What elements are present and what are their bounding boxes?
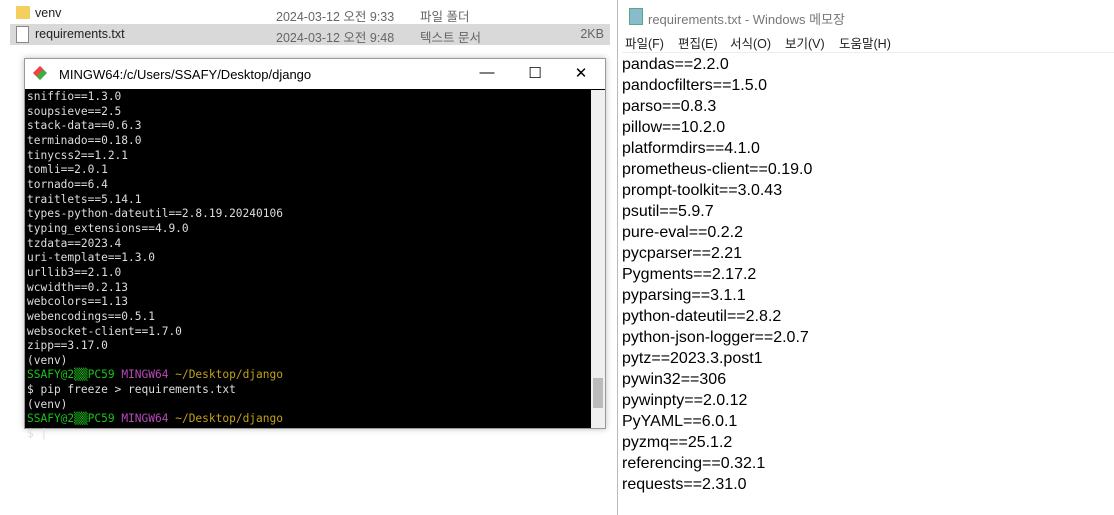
- command-line: $ pip freeze > requirements.txt: [27, 383, 236, 397]
- terminal-line: types-python-dateutil==2.8.19.20240106: [27, 207, 283, 221]
- prompt-path: ~/Desktop/django: [175, 412, 283, 426]
- menu-format[interactable]: 서식(O): [730, 33, 771, 52]
- file-row-requirements[interactable]: requirements.txt 2024-03-12 오전 9:48 텍스트 …: [10, 24, 610, 45]
- notepad-line: pyparsing==3.1.1: [622, 287, 746, 304]
- notepad-line: psutil==5.9.7: [622, 203, 714, 220]
- menu-file[interactable]: 파일(F): [625, 33, 664, 52]
- notepad-line: platformdirs==4.1.0: [622, 140, 760, 157]
- prompt-line: SSAFY@2▒▒PC59 MINGW64 ~/Desktop/django: [27, 368, 591, 383]
- notepad-line: pytz==2023.3.post1: [622, 350, 763, 367]
- terminal-line: traitlets==5.14.1: [27, 192, 142, 206]
- notepad-line: Pygments==2.17.2: [622, 266, 757, 283]
- git-icon: [32, 65, 48, 81]
- terminal-line: (venv): [27, 353, 68, 367]
- notepad-line: parso==0.8.3: [622, 98, 717, 115]
- minimize-button[interactable]: —: [477, 64, 497, 84]
- file-type: 파일 폴더: [420, 10, 470, 24]
- notepad-line: prompt-toolkit==3.0.43: [622, 182, 783, 199]
- maximize-button[interactable]: ☐: [525, 64, 545, 84]
- notepad-line: python-dateutil==2.8.2: [622, 308, 782, 325]
- notepad-line: pywinpty==2.0.12: [622, 392, 748, 409]
- menu-help[interactable]: 도움말(H): [839, 33, 891, 52]
- file-name: venv: [35, 6, 62, 20]
- notepad-line: PyYAML==6.0.1: [622, 413, 738, 430]
- terminal-line: typing_extensions==4.9.0: [27, 221, 189, 235]
- notepad-text-area[interactable]: pandas==2.2.0 pandocfilters==1.5.0 parso==…: [622, 52, 1114, 515]
- prompt-line: SSAFY@2▒▒PC59 MINGW64 ~/Desktop/django: [27, 412, 591, 427]
- notepad-line: requests==2.31.0: [622, 476, 747, 493]
- file-date: 2024-03-12 오전 9:33: [276, 10, 395, 24]
- close-button[interactable]: ✕: [571, 64, 591, 84]
- prompt-system: MINGW64: [121, 368, 169, 382]
- venv-line: (venv): [27, 397, 68, 411]
- terminal-line: wcwidth==0.2.13: [27, 280, 129, 294]
- terminal-line: zipp==3.17.0: [27, 339, 108, 353]
- notepad-line: pandocfilters==1.5.0: [622, 77, 767, 94]
- folder-icon: [16, 6, 30, 19]
- scrollbar-thumb[interactable]: [593, 378, 603, 408]
- terminal-window[interactable]: MINGW64:/c/Users/SSAFY/Desktop/django — …: [24, 58, 606, 440]
- prompt-user: SSAFY@2▒▒PC59: [27, 412, 115, 426]
- file-row-venv[interactable]: venv 2024-03-12 오전 9:33 파일 폴더: [10, 3, 610, 24]
- file-date: 2024-03-12 오전 9:48: [276, 31, 395, 45]
- terminal-title: MINGW64:/c/Users/SSAFY/Desktop/django: [59, 67, 312, 82]
- terminal-output[interactable]: sniffio==1.3.0 soupsieve==2.5 stack-data==…: [27, 90, 591, 440]
- notepad-line: prometheus-client==0.19.0: [622, 161, 813, 178]
- terminal-line: webcolors==1.13: [27, 295, 129, 309]
- notepad-line: pyzmq==25.1.2: [622, 434, 733, 451]
- prompt-user: SSAFY@2▒▒PC59: [27, 368, 115, 382]
- cursor-line: $ |: [27, 427, 48, 441]
- terminal-line: uri-template==1.3.0: [27, 251, 155, 265]
- notepad-line: python-json-logger==2.0.7: [622, 329, 809, 346]
- terminal-line: sniffio==1.3.0: [27, 90, 122, 103]
- notepad-line: pillow==10.2.0: [622, 119, 726, 136]
- terminal-line: urllib3==2.1.0: [27, 265, 122, 279]
- notepad-line: referencing==0.32.1: [622, 455, 766, 472]
- terminal-titlebar[interactable]: MINGW64:/c/Users/SSAFY/Desktop/django — …: [25, 59, 605, 89]
- notepad-title: requirements.txt - Windows 메모장: [648, 12, 845, 27]
- terminal-scrollbar[interactable]: [591, 90, 605, 428]
- notepad-line: pycparser==2.21: [622, 245, 743, 262]
- file-name: requirements.txt: [35, 27, 125, 41]
- terminal-line: stack-data==0.6.3: [27, 119, 142, 133]
- text-file-icon: [16, 26, 29, 43]
- menu-edit[interactable]: 편집(E): [678, 33, 718, 52]
- notepad-line: pure-eval==0.2.2: [622, 224, 743, 241]
- terminal-line: tornado==6.4: [27, 177, 108, 191]
- file-size: 2KB: [580, 27, 604, 41]
- file-explorer: venv 2024-03-12 오전 9:33 파일 폴더 requiremen…: [0, 0, 615, 60]
- terminal-line: webencodings==0.5.1: [27, 309, 155, 323]
- terminal-line: tinycss2==1.2.1: [27, 148, 129, 162]
- notepad-line: pywin32==306: [622, 371, 727, 388]
- prompt-system: MINGW64: [121, 412, 169, 426]
- prompt-path: ~/Desktop/django: [175, 368, 283, 382]
- terminal-line: tzdata==2023.4: [27, 236, 122, 250]
- notepad-line: pandas==2.2.0: [622, 56, 729, 73]
- menu-view[interactable]: 보기(V): [785, 33, 825, 52]
- terminal-line: tomli==2.0.1: [27, 163, 108, 177]
- terminal-line: terminado==0.18.0: [27, 133, 142, 147]
- terminal-line: soupsieve==2.5: [27, 104, 122, 118]
- file-type: 텍스트 문서: [420, 31, 481, 45]
- terminal-line: websocket-client==1.7.0: [27, 324, 182, 338]
- notepad-icon: [629, 8, 643, 25]
- notepad-window[interactable]: requirements.txt - Windows 메모장 파일(F) 편집(…: [617, 0, 1114, 515]
